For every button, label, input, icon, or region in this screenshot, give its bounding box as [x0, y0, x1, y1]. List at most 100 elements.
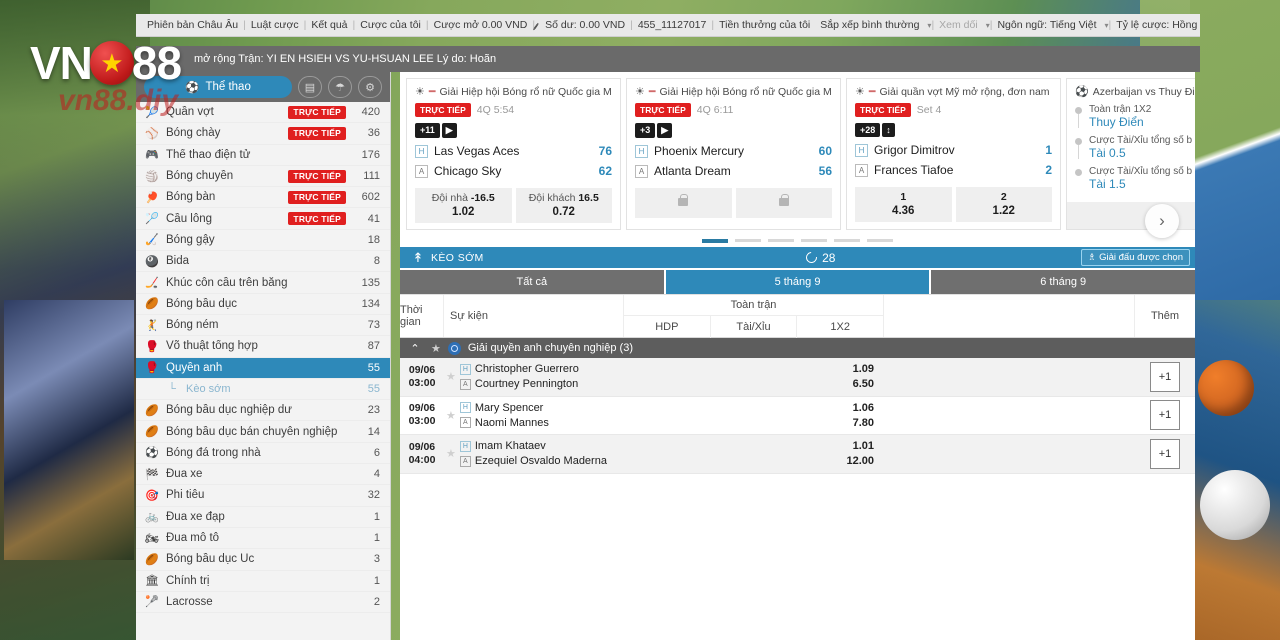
sidebar-item-lacrosse[interactable]: 🥍 Lacrosse 2: [136, 592, 390, 614]
outright-pick: Thuy Điển: [1089, 115, 1144, 129]
topbar-sort-select[interactable]: Sắp xếp bình thường: [815, 19, 924, 31]
carousel-next-button[interactable]: ›: [1145, 204, 1179, 238]
stream-chip[interactable]: ▶: [657, 123, 673, 138]
favourite-star-icon[interactable]: ★: [446, 409, 456, 422]
sidebar-item-kh-c-c-n-c-u-tr-n-b-ng[interactable]: 🏒 Khúc côn cầu trên băng 135: [136, 272, 390, 294]
home-odds[interactable]: 1.06: [853, 402, 874, 414]
odds-button[interactable]: Đội nhà -16.5 1.02: [415, 188, 512, 223]
more-markets-button[interactable]: +1: [1150, 438, 1180, 469]
favourite-star-icon[interactable]: ★: [446, 447, 456, 460]
carousel-match-card[interactable]: ☀ ━ Giải quần vợt Mỹ mở rộng, đơn nam TR…: [846, 78, 1061, 230]
sidebar-item-b-ng-b-n[interactable]: 🏓 Bóng bàn TRỰC TIẾP 602: [136, 187, 390, 209]
date-tab[interactable]: 6 tháng 9: [931, 270, 1195, 294]
topbar-item-european-version[interactable]: Phiên bản Châu Âu: [142, 19, 243, 31]
topbar-item-results[interactable]: Kết quả: [306, 19, 352, 31]
carousel-match-card[interactable]: ☀ ━ Giải Hiệp hội Bóng rổ nữ Quốc gia M.…: [626, 78, 841, 230]
cycling-icon: 🚲: [145, 511, 159, 524]
more-markets-button[interactable]: +1: [1150, 400, 1180, 431]
sidebar-item-c-u-l-ng[interactable]: 🏸 Cầu lông TRỰC TIẾP 41: [136, 208, 390, 230]
away-odds[interactable]: 12.00: [846, 455, 874, 467]
carousel-dot[interactable]: [867, 239, 893, 242]
odds-button[interactable]: 1 4.36: [855, 187, 952, 222]
carousel-dot[interactable]: [834, 239, 860, 242]
home-odds[interactable]: 1.09: [853, 363, 874, 375]
refresh-counter[interactable]: 28: [561, 249, 1081, 266]
sidebar-item-label: Quyền anh: [166, 361, 223, 374]
user-icon: ☂: [335, 81, 345, 94]
topbar-item-my-rewards[interactable]: Tiền thưởng của tôi: [714, 19, 815, 31]
star-icon[interactable]: ★: [431, 342, 441, 355]
home-tag-icon: H: [459, 440, 471, 452]
sidebar-item-b-ng-trong-nh-[interactable]: ⚽ Bóng đá trong nhà 6: [136, 443, 390, 465]
outright-line[interactable]: Cược Tài/Xỉu tổng số b Tài 0.5: [1075, 135, 1195, 160]
sidebar-item--ua-m-t-[interactable]: 🏍 Đua mô tô 1: [136, 528, 390, 550]
league-group-header[interactable]: ⌃ ★ Giải quyền anh chuyên nghiệp (3): [400, 338, 1195, 358]
topbar-item-my-bets[interactable]: Cược của tôi: [355, 19, 426, 31]
topbar-language-select[interactable]: Ngôn ngữ: Tiếng Việt: [992, 19, 1101, 31]
sidebar-item-b-ng-b-u-d-c-nghi-p-d-[interactable]: 🏉 Bóng bầu dục nghiệp dư 23: [136, 400, 390, 422]
sidebar-item-k-o-s-m[interactable]: └ Kèo sớm 55: [136, 378, 390, 401]
carousel-outright-card[interactable]: ⚽ Azerbaijan vs Thuy Đi Toàn trận 1X2 Th…: [1066, 78, 1195, 230]
odds-button[interactable]: 2 1.22: [955, 187, 1052, 222]
chevron-double-up-icon[interactable]: ↟: [405, 250, 431, 266]
carousel-dot[interactable]: [702, 239, 728, 243]
odds-button[interactable]: Đội khách 16.5 0.72: [515, 188, 612, 223]
sidebar-item--ua-xe[interactable]: 🏁 Đua xe 4: [136, 464, 390, 486]
live-badge: TRỰC TIẾP: [288, 105, 346, 119]
sidebar-list-button[interactable]: ▤: [298, 76, 322, 98]
selected-tournaments-button[interactable]: ♗ Giải đấu được chọn: [1080, 249, 1190, 266]
sidebar-item-th-thao-i-n-t-[interactable]: 🎮 Thể thao điện tử 176: [136, 145, 390, 166]
carousel-pagination-dots[interactable]: [400, 239, 1195, 243]
topbar-view-odds-select[interactable]: Xem dối: [934, 19, 983, 31]
sidebar-item-b-ng-b-u-d-c-c[interactable]: 🏉 Bóng bầu dục Úc 3: [136, 549, 390, 571]
sidebar-item--ua-xe-p[interactable]: 🚲 Đua xe đạp 1: [136, 507, 390, 528]
stream-chip[interactable]: ▶: [441, 123, 457, 138]
moneyline-odds-cell[interactable]: 1.01 12.00: [624, 435, 884, 473]
extra-markets-chip[interactable]: +28: [855, 123, 881, 137]
more-markets-button[interactable]: +1: [1150, 361, 1180, 392]
stream-chip[interactable]: ↕: [882, 123, 895, 137]
sidebar-item-phi-ti-u[interactable]: 🎯 Phi tiêu 32: [136, 485, 390, 507]
carousel-dot[interactable]: [768, 239, 794, 242]
away-odds[interactable]: 7.80: [853, 417, 874, 429]
match-time-cell: 09/06 03:00: [400, 358, 444, 396]
outright-line[interactable]: Cược Tài/Xỉu tổng số b Tài 1.5: [1075, 166, 1195, 191]
sidebar-item-b-ng-ch-y[interactable]: ⚾ Bóng chày TRỰC TIẾP 36: [136, 123, 390, 145]
date-tab[interactable]: Tất cả: [400, 270, 664, 294]
extra-markets-chip[interactable]: +3: [635, 123, 656, 138]
home-odds[interactable]: 1.01: [853, 440, 874, 452]
chevron-up-icon[interactable]: ⌃: [406, 342, 424, 355]
sidebar-item-bida[interactable]: 🎱 Bida 8: [136, 251, 390, 273]
table-row[interactable]: 09/06 03:00 ★ H Christopher Guerrero A C…: [400, 358, 1195, 397]
sidebar-item-b-ng-g-y[interactable]: 🏑 Bóng gậy 18: [136, 230, 390, 252]
table-row[interactable]: 09/06 03:00 ★ H Mary Spencer A Naomi Man…: [400, 397, 1195, 435]
carousel-match-card[interactable]: ☀ ━ Giải Hiệp hội Bóng rổ nữ Quốc gia M.…: [406, 78, 621, 230]
extra-markets-chip[interactable]: +11: [415, 123, 440, 138]
sidebar-item-b-ng-n-m[interactable]: 🤾 Bóng ném 73: [136, 315, 390, 337]
away-tag-icon: A: [459, 378, 471, 390]
carousel-dot[interactable]: [801, 239, 827, 242]
away-odds[interactable]: 6.50: [853, 378, 874, 390]
sidebar-item-b-ng-b-u-d-c[interactable]: 🏉 Bóng bầu dục 134: [136, 294, 390, 315]
table-row[interactable]: 09/06 04:00 ★ H Imam Khataev A Ezequiel …: [400, 435, 1195, 474]
sidebar-item-b-ng-b-u-d-c-b-n-chuy-n-nghi-p[interactable]: 🏉 Bóng bầu dục bán chuyên nghiệp 14: [136, 421, 390, 443]
favourite-star-icon[interactable]: ★: [446, 370, 456, 383]
topbar-odds-type-select[interactable]: Tỷ lệ cược: Hồng Kông: [1111, 19, 1200, 31]
date-tab[interactable]: 5 tháng 9: [665, 270, 930, 294]
carousel-dot[interactable]: [735, 239, 761, 242]
moneyline-odds-cell[interactable]: 1.09 6.50: [624, 358, 884, 396]
sidebar-item-label: Bóng bầu dục: [166, 297, 237, 310]
sidebar-account-button[interactable]: ☂: [328, 76, 352, 98]
away-tag-icon: A: [459, 417, 471, 429]
announcement-text: mở rộng Trận: YI EN HSIEH VS YU-HSUAN LE…: [194, 53, 497, 65]
sidebar-settings-button[interactable]: ⚙: [358, 76, 382, 98]
topbar-item-betting-rules[interactable]: Luật cược: [246, 19, 304, 31]
moneyline-odds-cell[interactable]: 1.06 7.80: [624, 397, 884, 435]
outright-line[interactable]: Toàn trận 1X2 Thuy Điển: [1075, 104, 1195, 129]
sidebar-item-b-ng-chuy-n[interactable]: 🏐 Bóng chuyền TRỰC TIẾP 111: [136, 166, 390, 188]
date-filter-tabs[interactable]: Tất cả 5 tháng 96 tháng 9: [400, 268, 1195, 294]
sidebar-sport-list[interactable]: 🎾 Quần vợt TRỰC TIẾP 420 ⚾ Bóng chày TRỰ…: [136, 102, 390, 640]
sidebar-item-quy-n-anh[interactable]: 🥊 Quyền anh 55: [136, 357, 390, 379]
sidebar-item-v-thu-t-t-ng-h-p[interactable]: 🥊 Võ thuật tổng hợp 87: [136, 336, 390, 358]
sidebar-item-ch-nh-tr-[interactable]: 🏛 Chính trị 1: [136, 571, 390, 592]
